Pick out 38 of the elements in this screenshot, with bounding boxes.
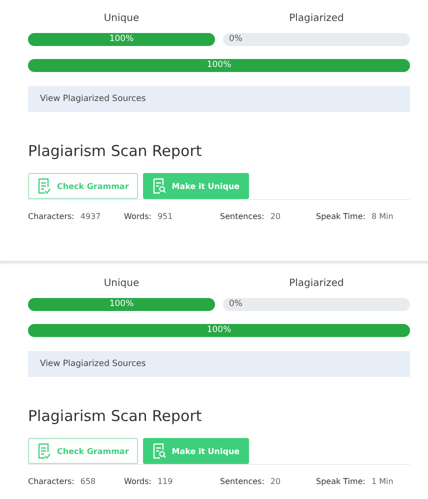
stat-label: Sentences:	[220, 212, 264, 221]
plagiarized-label: Plagiarized	[288, 278, 345, 291]
make-unique-button[interactable]: Make it Unique	[142, 438, 249, 464]
checklist-icon	[37, 443, 51, 459]
stat-value: 4937	[80, 212, 101, 221]
stat-value: 8 Min	[371, 212, 394, 221]
percent-label: 100%	[108, 33, 135, 46]
unique-label: Unique	[102, 278, 140, 291]
document-search-icon	[152, 178, 166, 194]
report-title: Plagiarism Scan Report	[28, 142, 203, 160]
percent-label: 100%	[206, 324, 232, 337]
stat-label: Characters:	[28, 212, 74, 221]
percent-label: 0%	[228, 33, 242, 46]
document-search-icon	[152, 443, 166, 459]
stat-label: Speak Time:	[316, 212, 366, 221]
stat-value: 119	[157, 477, 173, 486]
sources-link[interactable]: View Plagiarized Sources	[28, 351, 410, 377]
stat-label: Characters:	[28, 477, 74, 486]
stat-value: 20	[270, 477, 281, 486]
report-title: Plagiarism Scan Report	[28, 407, 203, 425]
stat-label: Speak Time:	[316, 477, 366, 486]
stat-value: 1 Min	[371, 477, 394, 486]
stat-value: 658	[80, 477, 96, 486]
plagiarized-label: Plagiarized	[288, 13, 345, 26]
make-unique-button[interactable]: Make it Unique	[142, 173, 249, 199]
stat-label: Sentences:	[220, 477, 264, 486]
stat-value: 20	[270, 212, 281, 221]
percent-label: 100%	[108, 298, 135, 311]
percent-label: 0%	[228, 298, 242, 311]
check-grammar-button[interactable]: Check Grammar	[28, 173, 138, 199]
stat-value: 951	[157, 212, 173, 221]
percent-label: 100%	[206, 59, 232, 72]
stat-label: Words:	[124, 477, 152, 486]
checklist-icon	[37, 178, 51, 194]
sources-link[interactable]: View Plagiarized Sources	[28, 86, 410, 112]
check-grammar-button[interactable]: Check Grammar	[28, 438, 138, 464]
stat-label: Words:	[124, 212, 152, 221]
unique-label: Unique	[102, 13, 140, 26]
